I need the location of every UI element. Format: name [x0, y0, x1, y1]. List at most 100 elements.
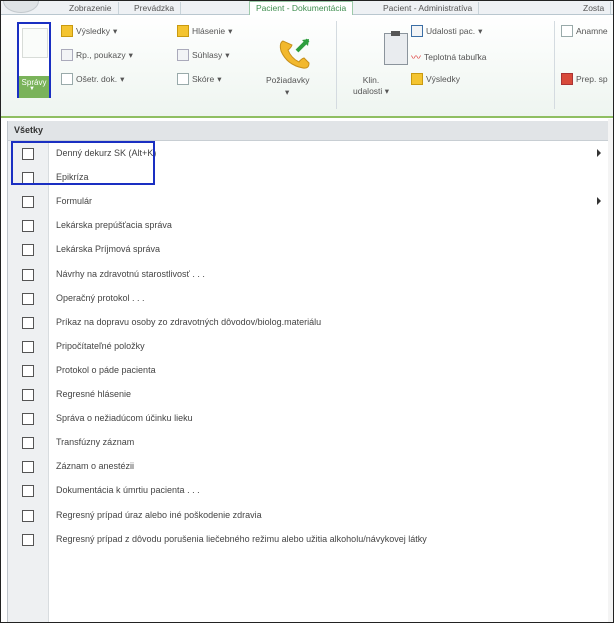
chevron-down-icon: ▾	[384, 86, 389, 96]
scrollbar[interactable]	[608, 119, 613, 622]
menu-item-label: Záznam o anestézii	[56, 461, 135, 472]
tab-zostavy[interactable]: Zosta	[577, 2, 612, 14]
menu-item-label: Návrhy na zdravotnú starostlivosť . . .	[56, 268, 205, 279]
menu-item[interactable]: Záznam o anestézii	[8, 456, 608, 478]
chevron-down-icon: ▾	[285, 87, 290, 97]
menu-item-checkbox-icon	[22, 509, 34, 522]
bar-chart-icon	[411, 73, 423, 85]
menu-item-label: Príkaz na dopravu osoby zo zdravotných d…	[56, 316, 322, 327]
chevron-down-icon: ▾	[217, 73, 222, 84]
highlight-box	[11, 141, 155, 185]
pdf-icon	[561, 73, 573, 85]
ribbon-separator	[554, 21, 555, 109]
menu-icon-column	[8, 141, 49, 622]
chevron-down-icon: ▼	[29, 86, 35, 92]
menu-item-label: Protokol o páde pacienta	[56, 364, 156, 375]
chevron-down-icon: ▾	[120, 73, 125, 84]
consent-icon	[177, 49, 189, 61]
menu-group-header: Všetky	[8, 121, 613, 141]
menu-item-checkbox-icon	[22, 340, 34, 353]
chevron-down-icon: ▾	[113, 25, 118, 36]
chevron-down-icon: ▾	[228, 25, 233, 36]
menu-item[interactable]: Dokumentácia k úmrtiu pacienta . . .	[8, 480, 608, 502]
application-orb[interactable]	[3, 1, 39, 13]
menu-item-checkbox-icon	[22, 220, 34, 233]
vysledky-button[interactable]: Výsledky ▾	[61, 25, 117, 37]
menu-item[interactable]: Transfúzny záznam	[8, 432, 608, 454]
spravy-button[interactable]: Správy ▼	[17, 22, 51, 98]
menu-item[interactable]: Správa o nežiadúcom účinku lieku	[8, 408, 608, 430]
poziadavky-button[interactable]: Požiadavky	[266, 75, 309, 86]
ribbon-separator	[336, 21, 337, 109]
ribbon-tab-bar: Zobrazenie Prevádzka Pacient - Dokumentá…	[1, 1, 613, 16]
menu-item-checkbox-icon	[22, 364, 34, 377]
klin-udalosti-button[interactable]: Klin. udalosti ▾	[353, 75, 389, 97]
menu-item[interactable]: Návrhy na zdravotnú starostlivosť . . .	[8, 264, 608, 286]
tab-zobrazenie[interactable]: Zobrazenie	[63, 2, 119, 14]
vysledky2-button[interactable]: Výsledky	[411, 73, 460, 85]
menu-item[interactable]: Lekárska prepúšťacia správa	[8, 215, 608, 237]
menu-item-label: Lekárska Príjmová správa	[56, 244, 161, 255]
rp-poukazy-button[interactable]: Rp., poukazy ▾	[61, 49, 133, 61]
menu-item-label: Regresný prípad úraz alebo iné poškodeni…	[56, 509, 262, 520]
menu-item[interactable]: Regresné hlásenie	[8, 384, 608, 406]
menu-item-checkbox-icon	[22, 316, 34, 329]
menu-item-label: Transfúzny záznam	[56, 437, 135, 448]
menu-item[interactable]: Lekárska Príjmová správa	[8, 239, 608, 261]
menu-item-checkbox-icon	[22, 533, 34, 546]
menu-item-checkbox-icon	[22, 244, 34, 257]
menu-item-checkbox-icon	[22, 437, 34, 450]
document-icon	[22, 28, 48, 58]
menu-item-checkbox-icon	[22, 389, 34, 401]
app-window: Zobrazenie Prevádzka Pacient - Dokumentá…	[0, 0, 614, 623]
menu-item[interactable]: Formulár	[8, 191, 608, 213]
clipboard-icon	[384, 31, 408, 65]
hlasenie-button[interactable]: Hlásenie ▾	[177, 25, 232, 37]
submenu-arrow-icon	[597, 149, 601, 157]
submenu-arrow-icon	[597, 197, 601, 206]
menu-item-label: Lekárska prepúšťacia správa	[56, 220, 172, 231]
menu-item[interactable]: Operačný protokol . . .	[8, 288, 608, 310]
document-icon	[61, 73, 73, 85]
menu-item[interactable]: Pripočítateľné položky	[8, 336, 608, 358]
osetr-dok-button[interactable]: Ošetr. dok. ▾	[61, 73, 124, 85]
udalosti-pac-button[interactable]: Udalosti pac. ▾	[411, 25, 482, 37]
chevron-down-icon: ▾	[225, 49, 230, 60]
teplotna-tabulka-button[interactable]: 〰 Teplotná tabuľka	[411, 49, 487, 65]
events-icon	[411, 25, 423, 37]
score-icon	[177, 73, 189, 85]
menu-item-label: Regresný prípad z dôvodu porušenia lieče…	[56, 533, 427, 544]
menu-item[interactable]: Regresný prípad úraz alebo iné poškodeni…	[8, 505, 608, 527]
menu-item-checkbox-icon	[22, 485, 34, 498]
menu-item-checkbox-icon	[22, 292, 34, 305]
menu-item-label: Pripočítateľné položky	[56, 340, 145, 351]
prescription-icon	[61, 49, 73, 61]
menu-item[interactable]: Príkaz na dopravu osoby zo zdravotných d…	[8, 312, 608, 334]
anamnesis-icon	[561, 25, 573, 37]
tab-prevadzka[interactable]: Prevádzka	[128, 2, 182, 14]
ribbon-accent-bar	[1, 116, 613, 118]
skore-button[interactable]: Skóre ▾	[177, 73, 222, 85]
menu-item-label: Operačný protokol . . .	[56, 292, 145, 303]
menu-item-checkbox-icon	[22, 461, 34, 474]
menu-item-checkbox-icon	[22, 196, 34, 209]
results-icon	[61, 25, 73, 37]
menu-item[interactable]: Protokol o páde pacienta	[8, 360, 608, 382]
menu-item-label: Dokumentácia k úmrtiu pacienta . . .	[56, 485, 200, 496]
temperature-chart-icon: 〰	[411, 53, 421, 64]
suhlasy-button[interactable]: Súhlasy ▾	[177, 49, 230, 61]
menu-item-checkbox-icon	[22, 268, 34, 281]
menu-item[interactable]: Regresný prípad z dôvodu porušenia lieče…	[8, 529, 608, 551]
tab-pacient-administrativa[interactable]: Pacient - Administratíva	[377, 2, 480, 14]
prep-sprava-button[interactable]: Prep. sp	[561, 73, 608, 85]
phone-icon	[279, 38, 310, 69]
spravy-dropdown-menu: Všetky Denný dekurz SK (Alt+K) Epikríza Fo…	[7, 121, 613, 622]
report-icon	[177, 25, 189, 37]
chevron-down-icon: ▾	[478, 25, 483, 36]
ribbon: Správy ▼ Výsledky ▾ Rp., poukazy ▾ Ošetr. …	[1, 15, 613, 118]
menu-item-label: Správa o nežiadúcom účinku lieku	[56, 413, 193, 424]
chevron-down-icon: ▾	[128, 49, 133, 60]
anamneza-button[interactable]: Anamne	[561, 25, 608, 37]
menu-item-label: Formulár	[56, 196, 93, 207]
tab-pacient-dokumentacia[interactable]: Pacient - Dokumentácia	[249, 1, 354, 16]
